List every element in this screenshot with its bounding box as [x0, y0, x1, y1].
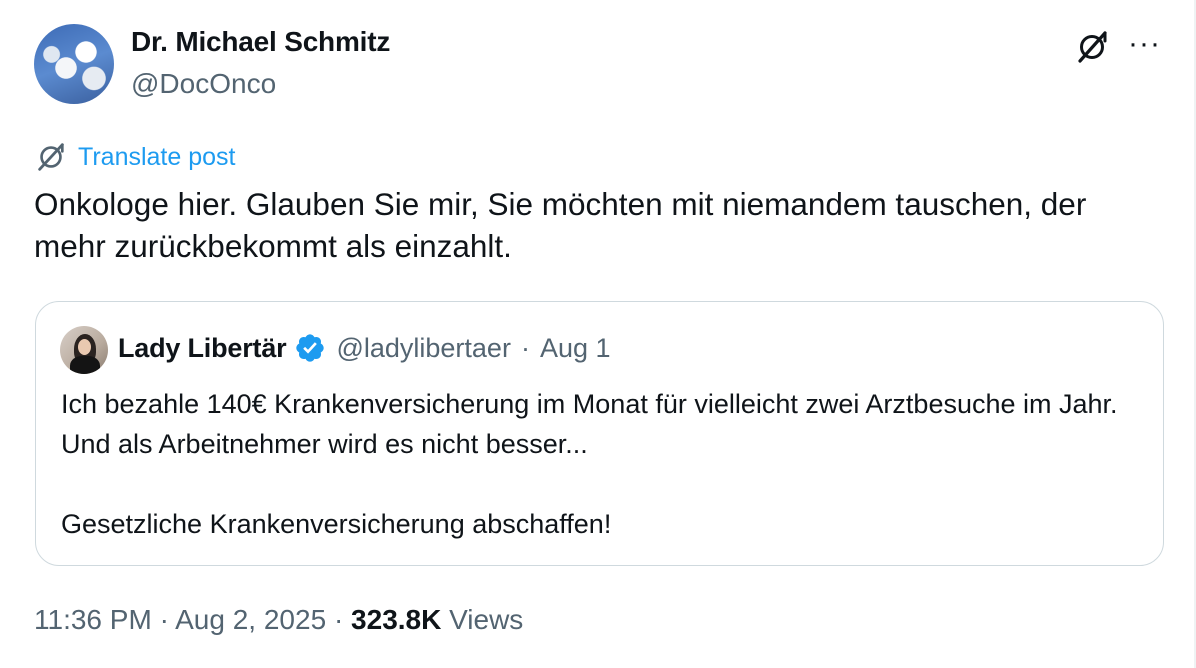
meta-separator: ·: [159, 604, 169, 635]
views-count: 323.8K: [351, 604, 442, 635]
quoted-post-date[interactable]: Aug 1: [540, 333, 611, 364]
quoted-post[interactable]: Lady Libertär @ladylibertaer · Aug 1 Ich…: [35, 301, 1164, 566]
verified-badge-icon: [296, 334, 325, 362]
post-meta: 11:36 PM · Aug 2, 2025 · 323.8K Views: [34, 604, 523, 636]
views-label: Views: [449, 604, 524, 635]
post-text: Onkologe hier. Glauben Sie mir, Sie möch…: [34, 186, 1087, 264]
translate-label: Translate post: [78, 142, 236, 171]
quoted-separator: ·: [520, 332, 530, 363]
meta-separator: ·: [333, 604, 344, 635]
quoted-post-text: Ich bezahle 140€ Krankenversicherung im …: [61, 389, 1118, 539]
author-name[interactable]: Dr. Michael Schmitz: [131, 26, 390, 58]
quoted-post-header: Lady Libertär @ladylibertaer · Aug 1: [118, 332, 611, 364]
translate-icon: [38, 143, 64, 171]
post-date[interactable]: Aug 2, 2025: [175, 604, 326, 635]
quoted-author-avatar[interactable]: [60, 326, 108, 374]
author-handle[interactable]: @DocOnco: [131, 68, 276, 100]
translate-post-link[interactable]: Translate post: [34, 140, 235, 174]
grok-icon[interactable]: [1074, 29, 1110, 65]
quoted-author-name[interactable]: Lady Libertär: [118, 333, 287, 364]
more-icon[interactable]: ···: [1128, 26, 1161, 62]
quoted-author-handle[interactable]: @ladylibertaer: [336, 333, 511, 364]
post-time[interactable]: 11:36 PM: [34, 604, 152, 635]
author-avatar[interactable]: [34, 24, 114, 104]
